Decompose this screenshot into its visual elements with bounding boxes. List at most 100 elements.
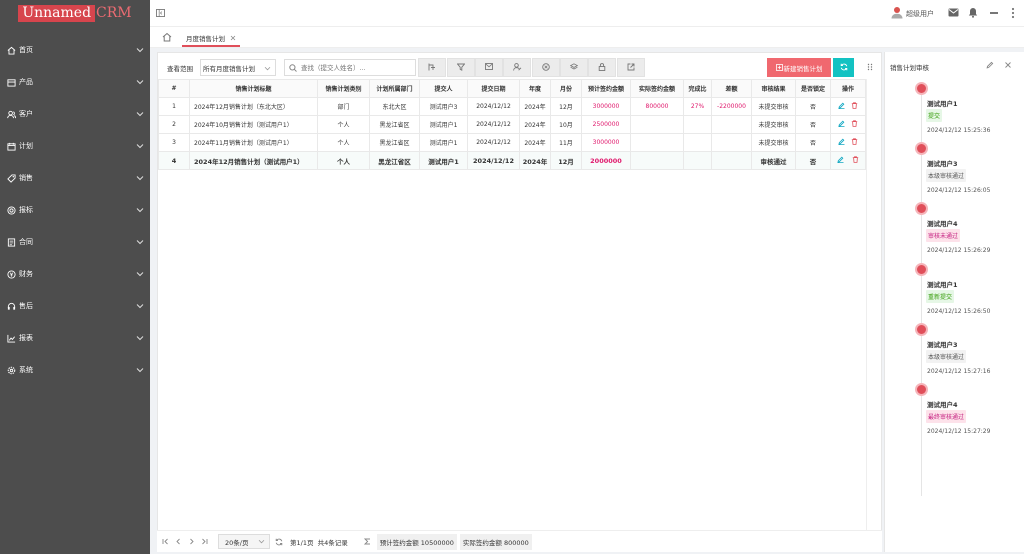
column-header[interactable]: 实际签约金额 bbox=[630, 79, 684, 98]
export-button[interactable] bbox=[617, 58, 645, 77]
minimize-icon[interactable] bbox=[990, 12, 998, 14]
sidebar-item-report[interactable]: 报表 bbox=[0, 322, 150, 354]
new-plan-button[interactable]: 新建销售计划 bbox=[767, 58, 831, 77]
layers-button[interactable] bbox=[560, 58, 588, 77]
edit-icon[interactable] bbox=[837, 138, 845, 147]
delete-icon[interactable] bbox=[851, 156, 859, 165]
delete-icon[interactable] bbox=[851, 120, 859, 129]
sidebar-item-aftersales[interactable]: 售后 bbox=[0, 290, 150, 322]
status-badge: 重新提交 bbox=[926, 290, 955, 303]
user-name[interactable]: 超级用户 bbox=[906, 9, 934, 19]
cell-locked: 否 bbox=[795, 133, 831, 152]
cancel-button[interactable] bbox=[532, 58, 560, 77]
delete-icon[interactable] bbox=[851, 138, 859, 147]
column-header[interactable]: 月份 bbox=[550, 79, 582, 98]
delete-icon[interactable] bbox=[851, 102, 859, 111]
edit-icon[interactable] bbox=[837, 120, 845, 129]
collapse-sidebar-icon[interactable] bbox=[155, 8, 165, 18]
column-header[interactable]: 完成比 bbox=[683, 79, 712, 98]
cell-dept: 东北大区 bbox=[369, 97, 420, 116]
vertical-scrollbar[interactable] bbox=[866, 79, 882, 530]
table-row[interactable]: 3 2024年11月销售计划（测试用户1） 个人 黑龙江省区 测试用户1 202… bbox=[158, 133, 866, 152]
bell-icon[interactable] bbox=[968, 7, 978, 18]
more-icon[interactable] bbox=[1008, 7, 1018, 19]
mail-icon bbox=[485, 63, 493, 72]
cell-date: 2024/12/12 bbox=[467, 97, 520, 116]
cell-result: 未提交审核 bbox=[751, 97, 796, 116]
column-header[interactable]: 审核结果 bbox=[751, 79, 796, 98]
settings-icon bbox=[6, 365, 16, 375]
chevron-down-icon bbox=[258, 539, 265, 544]
home-tab-icon[interactable] bbox=[162, 32, 172, 42]
timeline-user: 测试用户4 bbox=[927, 220, 958, 228]
cell-actions bbox=[830, 115, 866, 134]
refresh-button[interactable] bbox=[833, 58, 854, 77]
cell-no: 1 bbox=[158, 97, 190, 116]
cell-no: 3 bbox=[158, 133, 190, 152]
sidebar-item-customer[interactable]: 客户 bbox=[0, 98, 150, 130]
scope-select[interactable]: 所有月度销售计划 bbox=[200, 59, 276, 76]
filter-button[interactable] bbox=[447, 58, 475, 77]
column-header[interactable]: 销售计划标题 bbox=[189, 79, 318, 98]
column-settings-button[interactable] bbox=[418, 58, 446, 77]
cell-expected: 2500000 bbox=[581, 115, 631, 134]
page-size-select[interactable]: 20条/页 bbox=[218, 534, 270, 549]
search-input[interactable] bbox=[301, 63, 413, 72]
column-header[interactable]: 是否锁定 bbox=[795, 79, 831, 98]
timeline-entry: 测试用户1 重新提交 2024/12/12 15:26:50 bbox=[885, 263, 1024, 323]
new-plan-label: 新建销售计划 bbox=[783, 64, 823, 73]
timeline-list: 测试用户1 提交 2024/12/12 15:25:36 测试用户3 本级审核通过 202… bbox=[885, 52, 1024, 552]
close-icon[interactable] bbox=[230, 35, 236, 41]
column-header[interactable]: 年度 bbox=[519, 79, 551, 98]
tab-monthly-sales-plan[interactable]: 月度销售计划 bbox=[182, 30, 240, 47]
column-header[interactable]: 差额 bbox=[711, 79, 752, 98]
refresh-icon[interactable] bbox=[275, 538, 284, 546]
filter-icon bbox=[456, 63, 466, 73]
sidebar-item-contract[interactable]: 合同 bbox=[0, 226, 150, 258]
sidebar-item-label: 计划 bbox=[19, 142, 33, 150]
sidebar-item-plan[interactable]: 计划 bbox=[0, 130, 150, 162]
chevron-down-icon bbox=[136, 46, 144, 54]
tab-label: 月度销售计划 bbox=[186, 34, 225, 43]
tabs-bar: 月度销售计划 bbox=[150, 26, 1024, 48]
column-header[interactable]: 提交日期 bbox=[467, 79, 520, 98]
sidebar-item-sales[interactable]: 销售 bbox=[0, 162, 150, 194]
prev-page-icon[interactable] bbox=[175, 538, 184, 545]
mail-icon[interactable] bbox=[948, 8, 959, 18]
user-avatar-icon[interactable] bbox=[891, 6, 903, 19]
sidebar-item-label: 产品 bbox=[19, 78, 33, 86]
column-header[interactable]: 提交人 bbox=[419, 79, 468, 98]
edit-icon[interactable] bbox=[837, 102, 845, 111]
sidebar-item-finance[interactable]: 财务 bbox=[0, 258, 150, 290]
sidebar-item-home[interactable]: 首页 bbox=[0, 34, 150, 66]
sidebar-item-system[interactable]: 系统 bbox=[0, 354, 150, 386]
table-row[interactable]: 2 2024年10月销售计划（测试用户1） 个人 黑龙江省区 测试用户1 202… bbox=[158, 115, 866, 134]
table-row[interactable]: 1 2024年12月销售计划（东北大区） 部门 东北大区 测试用户3 2024/… bbox=[158, 97, 866, 116]
sidebar-item-label: 报标 bbox=[19, 206, 33, 214]
chart-icon bbox=[6, 333, 16, 343]
first-page-icon[interactable] bbox=[162, 538, 171, 545]
sidebar-item-product[interactable]: 产品 bbox=[0, 66, 150, 98]
logo-main: Unnamed bbox=[18, 4, 96, 22]
last-page-icon[interactable] bbox=[201, 538, 210, 545]
cell-dept: 黑龙江省区 bbox=[369, 151, 420, 170]
cell-expected: 2000000 bbox=[581, 151, 631, 170]
edit-icon[interactable] bbox=[837, 156, 845, 165]
table-row[interactable]: 4 2024年12月销售计划（测试用户1） 个人 黑龙江省区 测试用户1 202… bbox=[158, 151, 866, 170]
column-header[interactable]: 计划所属部门 bbox=[369, 79, 420, 98]
timeline-dot bbox=[915, 263, 928, 276]
cell-actions bbox=[830, 151, 866, 170]
chevron-down-icon bbox=[136, 334, 144, 342]
drag-handle-icon[interactable] bbox=[867, 63, 873, 71]
column-header[interactable]: 销售计划类别 bbox=[317, 79, 370, 98]
mail-button[interactable] bbox=[475, 58, 503, 77]
export-icon bbox=[627, 63, 635, 73]
column-header[interactable]: # bbox=[158, 79, 190, 98]
user-button[interactable] bbox=[503, 58, 531, 77]
next-page-icon[interactable] bbox=[188, 538, 197, 545]
sidebar-item-bid[interactable]: 报标 bbox=[0, 194, 150, 226]
column-header: 操作 bbox=[830, 79, 866, 98]
column-header[interactable]: 预计签约金额 bbox=[581, 79, 631, 98]
lock-button[interactable] bbox=[588, 58, 616, 77]
cell-ratio bbox=[683, 115, 712, 134]
